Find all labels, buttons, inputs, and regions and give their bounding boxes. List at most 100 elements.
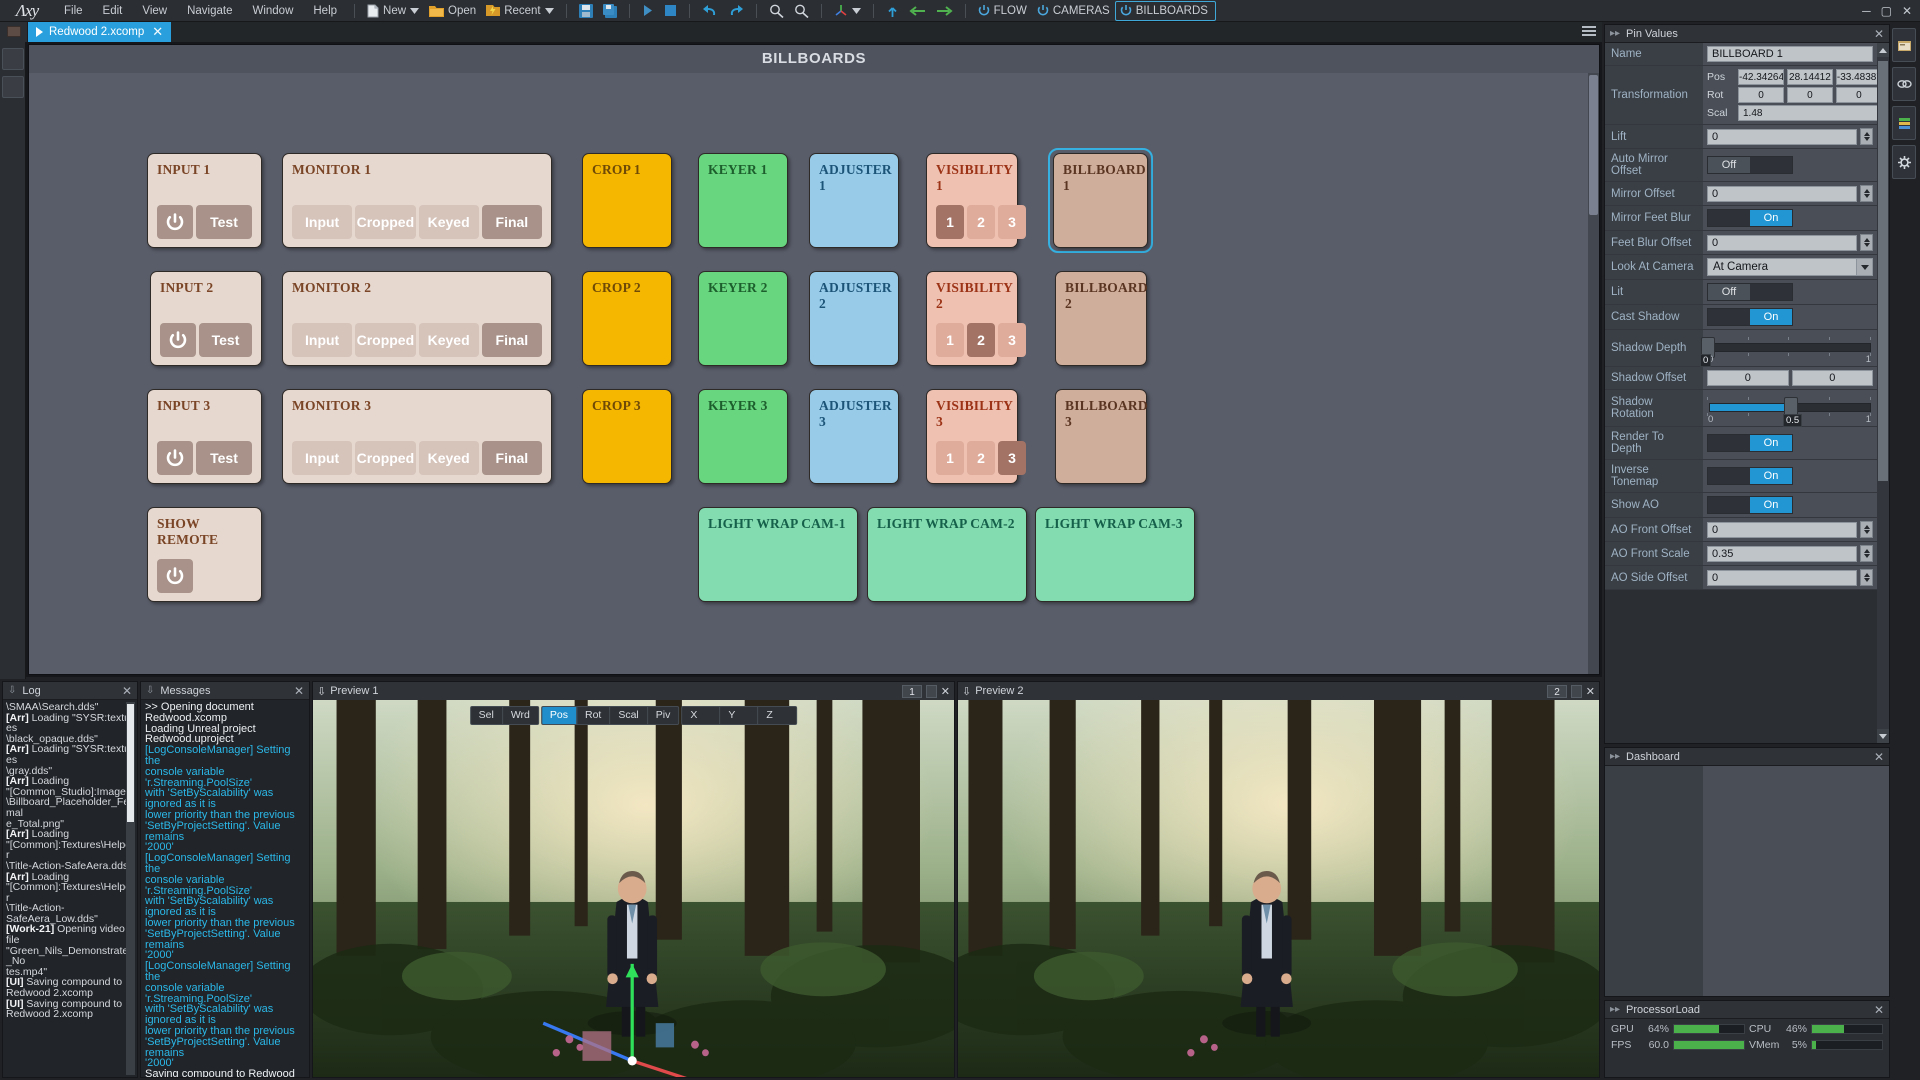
slider[interactable]: 0 0.5 1 <box>1707 393 1873 427</box>
sel-button[interactable]: Sel <box>471 707 503 724</box>
widget-keyer-2[interactable]: KEYER 2 <box>698 271 788 366</box>
widget-monitor-2[interactable]: MONITOR 2 Input Cropped Keyed Final <box>282 271 552 366</box>
power-button[interactable] <box>157 441 193 475</box>
pos-button[interactable]: Pos <box>541 707 577 724</box>
save-button[interactable] <box>574 1 598 21</box>
axis-x-button[interactable]: X <box>682 707 721 724</box>
toggle-switch[interactable]: On <box>1707 308 1793 326</box>
number-input[interactable]: 0 <box>1707 128 1857 145</box>
toggle-switch[interactable]: On <box>1707 496 1793 514</box>
power-button[interactable] <box>157 205 193 239</box>
new-button[interactable]: New <box>362 1 424 21</box>
close-icon[interactable]: ✕ <box>941 685 950 698</box>
close-icon[interactable]: ✕ <box>294 684 304 698</box>
rail-button-2[interactable] <box>1 76 24 98</box>
stepper[interactable] <box>1860 185 1873 202</box>
transform-input[interactable]: 1.48 <box>1738 105 1877 121</box>
widget-input-1[interactable]: INPUT 1 Test <box>147 153 262 248</box>
preview1-viewport[interactable]: Sel Wrd Pos Rot Scal Piv X Y Z <box>313 700 954 1077</box>
number-input[interactable]: 0 <box>1707 569 1857 586</box>
chevron-down-icon[interactable] <box>851 7 861 14</box>
close-icon[interactable]: ✕ <box>1874 750 1884 764</box>
widget-button-2[interactable]: 2 <box>967 441 995 475</box>
preview1-index-spinner[interactable] <box>925 684 937 698</box>
stepper[interactable] <box>1860 128 1873 145</box>
minimize-button[interactable]: ─ <box>1862 4 1871 18</box>
preview2-viewport[interactable] <box>958 700 1599 1077</box>
widget-crop-2[interactable]: CROP 2 <box>582 271 672 366</box>
scrollbar-thumb[interactable] <box>1878 61 1888 481</box>
canvas-menu-icon[interactable] <box>1582 24 1596 38</box>
chevron-down-icon[interactable] <box>1856 259 1872 275</box>
widget-light-wrap-cam-1[interactable]: LIGHT WRAP CAM-1 <box>698 507 858 602</box>
undo-button[interactable] <box>697 1 723 21</box>
up-level-button[interactable] <box>881 1 904 21</box>
widget-button-final[interactable]: Final <box>481 441 542 475</box>
toggle-switch[interactable]: On <box>1707 209 1793 227</box>
widget-button-final[interactable]: Final <box>481 205 542 239</box>
transform-input[interactable]: 28.14412 <box>1786 69 1833 85</box>
widget-adjuster-3[interactable]: ADJUSTER 3 <box>809 389 899 484</box>
widget-button-3[interactable]: 3 <box>998 441 1026 475</box>
widget-button-keyed[interactable]: Keyed <box>418 205 479 239</box>
panel-grip-icon[interactable]: ⇩ <box>962 685 971 698</box>
widget-button-test[interactable]: Test <box>196 205 252 239</box>
save-as-button[interactable] <box>598 1 622 21</box>
rail-button-1[interactable] <box>1 48 24 70</box>
open-button[interactable]: Open <box>424 1 481 21</box>
preview2-index-spinner[interactable] <box>1570 684 1582 698</box>
widget-button-test[interactable]: Test <box>196 441 252 475</box>
flow-button[interactable]: FLOW <box>973 1 1032 21</box>
number-input[interactable]: 0.35 <box>1707 545 1857 562</box>
widget-button-1[interactable]: 1 <box>936 441 964 475</box>
widget-button-cropped[interactable]: Cropped <box>355 441 416 475</box>
close-icon[interactable]: ✕ <box>152 24 163 40</box>
billboards-button[interactable]: BILLBOARDS <box>1114 0 1216 21</box>
transform-input[interactable]: -42.34264 <box>1738 69 1784 85</box>
wrd-button[interactable]: Wrd <box>503 707 538 724</box>
close-button[interactable]: ✕ <box>1902 4 1912 18</box>
scrollbar-thumb[interactable] <box>1589 75 1598 215</box>
transform-input[interactable]: -33.48387 <box>1835 69 1877 85</box>
widget-button-test[interactable]: Test <box>199 323 252 357</box>
pin-values-scrollbar[interactable] <box>1877 43 1889 743</box>
chevron-down-icon[interactable] <box>410 7 420 14</box>
panel-grip-icon[interactable]: ▸▸ <box>1610 1004 1620 1015</box>
widget-keyer-3[interactable]: KEYER 3 <box>698 389 788 484</box>
widget-visibility-2[interactable]: VISIBILITY 2 123 <box>926 271 1026 366</box>
toggle-switch[interactable]: On <box>1707 434 1793 452</box>
close-icon[interactable]: ✕ <box>122 684 132 698</box>
link-icon[interactable] <box>1892 67 1916 101</box>
widget-keyer-1[interactable]: KEYER 1 <box>698 153 788 248</box>
axis-gizmo-button[interactable] <box>829 1 866 21</box>
widget-show-remote[interactable]: SHOW REMOTE <box>147 507 262 602</box>
transform-input[interactable]: 0 <box>1738 87 1784 103</box>
assets-icon[interactable] <box>1892 28 1916 62</box>
widget-button-input[interactable]: Input <box>292 441 353 475</box>
widget-button-input[interactable]: Input <box>292 205 353 239</box>
cameras-button[interactable]: CAMERAS <box>1032 1 1115 21</box>
widget-button-input[interactable]: Input <box>292 323 353 357</box>
menu-item-edit[interactable]: Edit <box>93 0 133 22</box>
stepper[interactable] <box>1860 569 1873 586</box>
number-input[interactable]: 0 <box>1707 234 1857 251</box>
menu-item-help[interactable]: Help <box>303 0 347 22</box>
widget-crop-1[interactable]: CROP 1 <box>582 153 672 248</box>
widget-button-keyed[interactable]: Keyed <box>418 441 479 475</box>
dashboard-body[interactable] <box>1605 766 1889 996</box>
number-input[interactable]: 0 <box>1707 521 1857 538</box>
widget-button-cropped[interactable]: Cropped <box>355 323 416 357</box>
redo-button[interactable] <box>723 1 749 21</box>
menu-item-window[interactable]: Window <box>242 0 303 22</box>
widget-billboard-2[interactable]: BILLBOARD 2 <box>1055 271 1148 366</box>
transform-input[interactable]: 0 <box>1835 87 1877 103</box>
menu-item-navigate[interactable]: Navigate <box>177 0 242 22</box>
log-scrollbar[interactable] <box>126 702 135 1075</box>
stepper[interactable] <box>1860 545 1873 562</box>
number-input[interactable]: 0 <box>1791 370 1873 386</box>
menu-item-view[interactable]: View <box>132 0 177 22</box>
power-button[interactable] <box>157 559 193 593</box>
widget-input-3[interactable]: INPUT 3 Test <box>147 389 262 484</box>
widget-button-1[interactable]: 1 <box>936 323 964 357</box>
widget-billboard-3[interactable]: BILLBOARD 3 <box>1055 389 1148 484</box>
